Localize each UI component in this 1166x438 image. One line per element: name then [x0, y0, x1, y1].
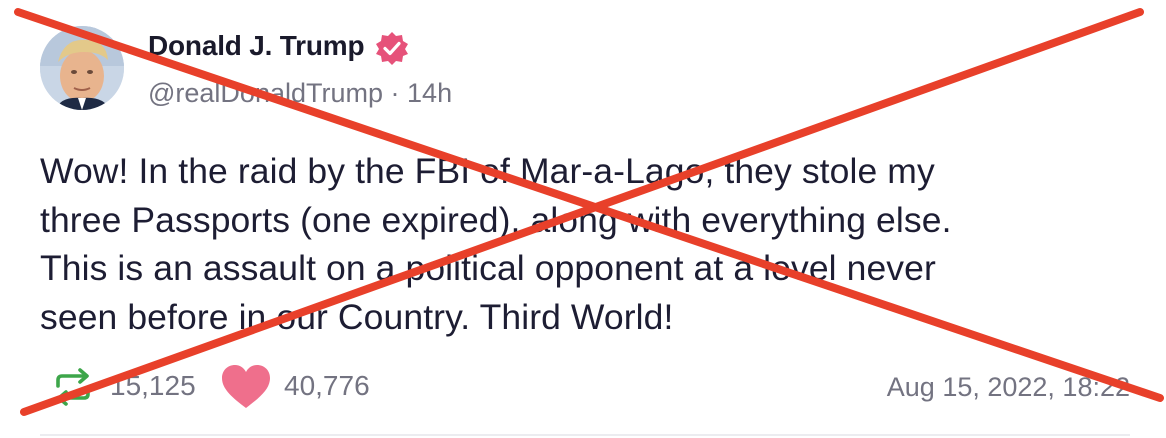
post-body-line: seen before in our Country. Third World! — [40, 296, 674, 337]
repost-icon[interactable] — [50, 364, 96, 410]
verified-badge-icon — [376, 32, 408, 65]
heart-icon[interactable] — [220, 364, 272, 410]
avatar[interactable] — [40, 26, 124, 110]
repost-count: 15,125 — [110, 370, 196, 401]
relative-time[interactable]: 14h — [407, 78, 452, 108]
post-timestamp[interactable]: Aug 15, 2022, 18:22 — [887, 372, 1130, 403]
post-body: Wow! In the raid by the FBI of Mar-a-Lag… — [40, 147, 1130, 341]
divider — [40, 434, 1130, 436]
author-handle[interactable]: @realDonaldTrump — [148, 78, 383, 108]
post-body-line: This is an assault on a political oppone… — [40, 248, 936, 288]
handle-separator: · — [390, 78, 400, 108]
post-card: Donald J. Trump @realDonaldTrump · 14h W… — [0, 0, 1166, 438]
like-count: 40,776 — [284, 370, 370, 401]
post-body-line: three Passports (one expired), along wit… — [40, 199, 952, 240]
author-name[interactable]: Donald J. Trump — [148, 30, 365, 62]
post-body-line: Wow! In the raid by the FBI of Mar-a-Lag… — [40, 151, 935, 191]
handle-line: @realDonaldTrump · 14h — [148, 78, 452, 109]
avatar-portrait — [40, 26, 124, 110]
